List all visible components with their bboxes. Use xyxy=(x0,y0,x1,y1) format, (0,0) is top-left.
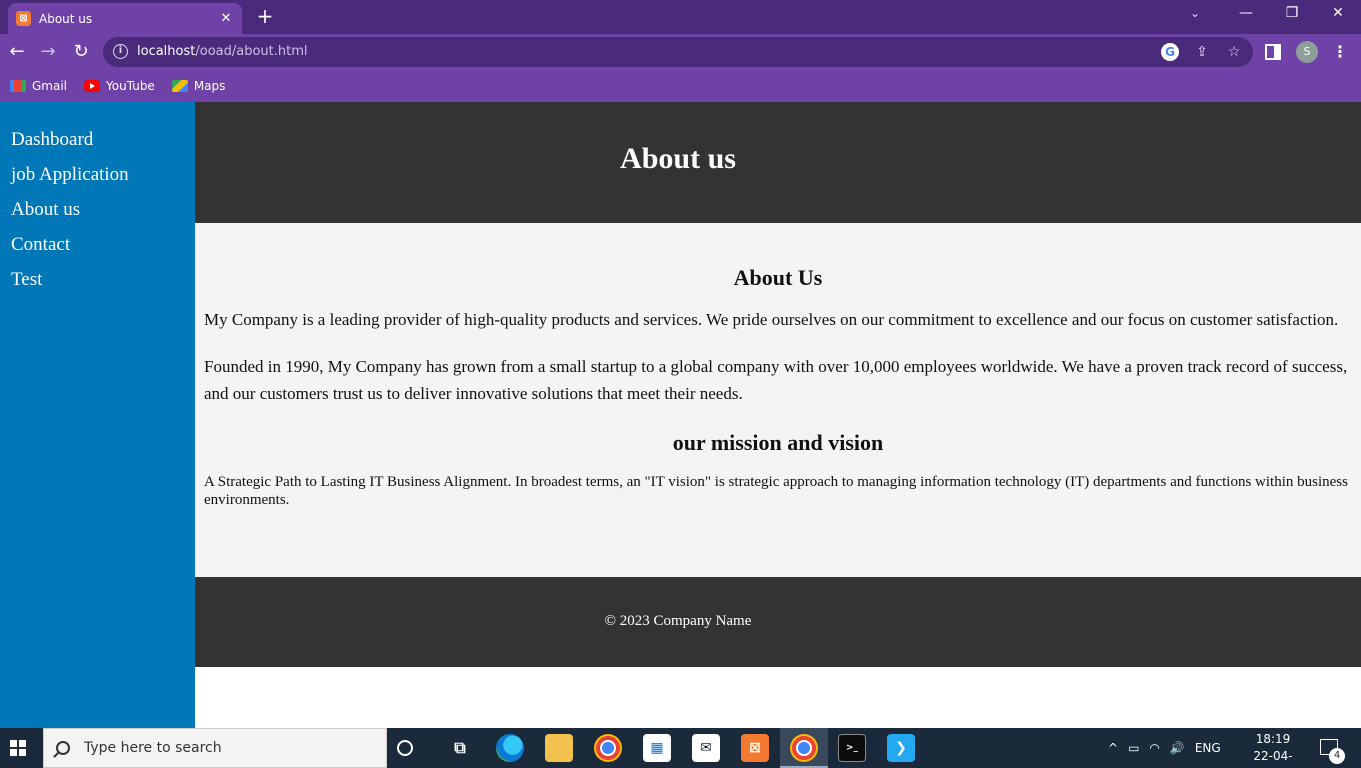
active-tab[interactable]: ⊠ About us ✕ xyxy=(8,3,242,34)
url-path: /ooad/about.html xyxy=(195,44,308,59)
chrome-profile-icon[interactable] xyxy=(790,734,818,762)
about-us-heading: About Us xyxy=(733,265,823,290)
windows-taskbar: Type here to search ⧉ ▦ ✉ ⊠ >_ ❯ ^ ▭ ◠ 🔊… xyxy=(0,728,1361,768)
sidebar-item-dashboard[interactable]: Dashboard xyxy=(0,128,195,163)
file-explorer-icon[interactable] xyxy=(545,734,573,762)
about-paragraph-1: My Company is a leading provider of high… xyxy=(204,310,1339,329)
chrome-icon[interactable] xyxy=(594,734,622,762)
google-lens-icon[interactable]: G xyxy=(1161,43,1179,61)
browser-tab-strip: ⊠ About us ✕ + ⌄ — ❐ ✕ xyxy=(0,0,1361,34)
bookmark-gmail[interactable]: Gmail xyxy=(10,79,67,93)
share-icon[interactable]: ⇪ xyxy=(1193,43,1211,61)
sidebar-nav: Dashboard job Application About us Conta… xyxy=(0,102,195,728)
youtube-icon xyxy=(84,80,101,92)
maps-icon xyxy=(171,80,188,92)
bookmark-youtube[interactable]: YouTube xyxy=(84,79,155,93)
window-minimize-icon[interactable]: — xyxy=(1234,5,1258,21)
battery-icon[interactable]: ▭ xyxy=(1128,741,1139,755)
tab-close-icon[interactable]: ✕ xyxy=(218,11,234,26)
copyright-text: © 2023 Company Name xyxy=(604,613,752,629)
main-content: About Us My Company is a leading provide… xyxy=(195,223,1361,577)
back-arrow-icon[interactable]: ← xyxy=(5,40,29,64)
window-close-icon[interactable]: ✕ xyxy=(1326,5,1350,21)
windows-start-icon[interactable] xyxy=(10,740,26,756)
page-viewport: Dashboard job Application About us Conta… xyxy=(0,102,1361,728)
page-footer: © 2023 Company Name xyxy=(195,577,1361,667)
cortana-icon[interactable] xyxy=(397,740,413,756)
side-panel-icon[interactable] xyxy=(1265,44,1281,60)
about-paragraph-2: Founded in 1990, My Company has grown fr… xyxy=(204,357,1348,403)
language-indicator[interactable]: ENG xyxy=(1195,741,1221,755)
system-tray: ^ ▭ ◠ 🔊 ENG xyxy=(1108,728,1231,768)
sidebar-item-test[interactable]: Test xyxy=(0,268,195,303)
sidebar-item-contact[interactable]: Contact xyxy=(0,233,195,268)
terminal-icon[interactable]: >_ xyxy=(838,734,866,762)
forward-arrow-icon[interactable]: → xyxy=(36,40,60,64)
address-url: localhost/ooad/about.html xyxy=(137,44,308,59)
wifi-icon[interactable]: ◠ xyxy=(1149,741,1159,755)
sidebar-item-job-application[interactable]: job Application xyxy=(0,163,195,198)
gmail-icon xyxy=(10,80,26,92)
mission-vision-heading: our mission and vision xyxy=(672,430,884,455)
new-tab-icon[interactable]: + xyxy=(255,5,275,27)
taskbar-clock[interactable]: 18:19 22-04-2023 xyxy=(1240,731,1306,768)
clock-time: 18:19 xyxy=(1255,732,1291,746)
page-title: About us xyxy=(620,142,736,175)
window-restore-icon[interactable]: ❐ xyxy=(1280,5,1304,21)
profile-avatar[interactable]: S xyxy=(1296,41,1318,63)
task-view-icon[interactable]: ⧉ xyxy=(446,734,474,762)
mail-icon[interactable]: ✉ xyxy=(692,734,720,762)
bookmark-star-icon[interactable]: ☆ xyxy=(1225,43,1243,61)
bookmark-maps[interactable]: Maps xyxy=(171,79,226,93)
microsoft-store-icon[interactable]: ▦ xyxy=(643,734,671,762)
address-bar[interactable]: i localhost/ooad/about.html G ⇪ ☆ xyxy=(103,37,1253,67)
bookmark-label: Gmail xyxy=(32,79,68,93)
vscode-icon[interactable]: ❯ xyxy=(887,734,915,762)
taskbar-search-placeholder: Type here to search xyxy=(84,740,222,756)
tray-chevron-icon[interactable]: ^ xyxy=(1108,741,1118,755)
clock-date: 22-04-2023 xyxy=(1253,749,1293,768)
volume-icon[interactable]: 🔊 xyxy=(1170,741,1185,755)
browser-menu-icon[interactable]: ⋮ xyxy=(1332,42,1348,61)
taskbar-search-box[interactable]: Type here to search xyxy=(43,728,387,768)
xampp-favicon-icon: ⊠ xyxy=(16,11,31,26)
reload-icon[interactable]: ↻ xyxy=(69,40,93,64)
bookmark-label: YouTube xyxy=(106,79,155,93)
xampp-icon[interactable]: ⊠ xyxy=(741,734,769,762)
tab-title: About us xyxy=(39,11,93,26)
browser-toolbar: ← → ↻ i localhost/ooad/about.html G ⇪ ☆ … xyxy=(0,34,1361,70)
url-host: localhost xyxy=(137,44,196,59)
tab-search-chevron-icon[interactable]: ⌄ xyxy=(1190,6,1200,20)
sidebar-item-about-us[interactable]: About us xyxy=(0,198,195,233)
bookmark-label: Maps xyxy=(193,79,226,93)
edge-icon[interactable] xyxy=(496,734,524,762)
mission-vision-text: A Strategic Path to Lasting IT Business … xyxy=(204,474,1348,508)
bookmarks-bar: Gmail YouTube Maps xyxy=(0,70,1361,102)
page-header: About us xyxy=(195,102,1361,223)
site-info-icon[interactable]: i xyxy=(113,44,128,59)
notification-count-badge: 4 xyxy=(1329,748,1345,764)
search-icon xyxy=(56,741,70,755)
